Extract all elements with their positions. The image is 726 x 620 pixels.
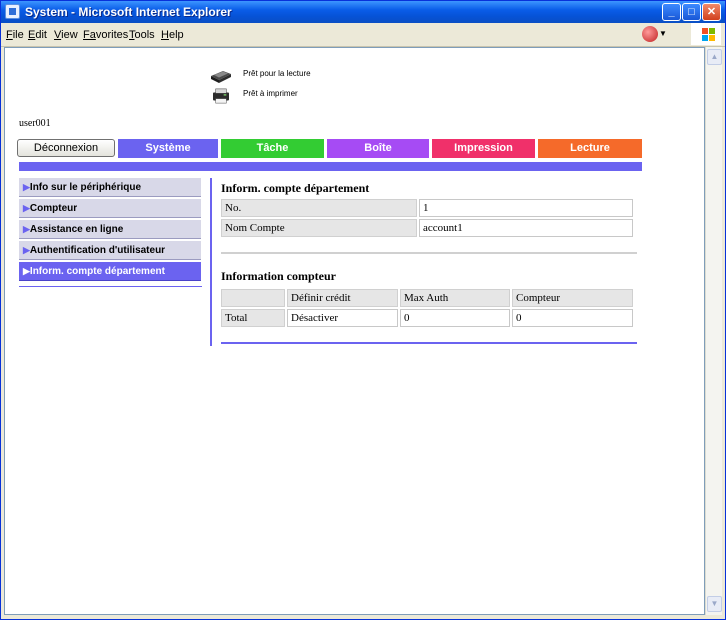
logout-button[interactable]: Déconnexion [17,139,115,157]
counter-value: 0 [512,309,633,327]
scroll-down-icon[interactable]: ▼ [707,596,722,612]
bottom-divider [221,342,637,344]
vertical-scrollbar[interactable]: ▲ ▼ [705,47,722,615]
triangle-right-icon: ▶ [23,203,30,213]
counter-info-title: Information compteur [221,269,336,283]
printer-icon [213,88,229,104]
browser-window: System - Microsoft Internet Explorer _ □… [0,0,726,620]
menu-bar: File Edit View Favorites Tools Help ▼ [1,23,725,47]
menu-file[interactable]: File [6,29,24,41]
tab-underline [19,162,642,171]
toolbar-globe-icon[interactable] [642,26,658,42]
status-read: Prêt pour la lecture [209,66,359,86]
credit-value: Désactiver [287,309,398,327]
vertical-divider [210,178,212,346]
user-name: user001 [19,118,51,129]
sidebar-item-account-info[interactable]: ▶Inform. compte département [19,262,201,281]
row-label-total: Total [221,309,285,327]
triangle-right-icon: ▶ [23,245,30,255]
table-header-row: Définir crédit Max Auth Compteur [221,289,633,307]
column-header-empty [221,289,285,307]
max-auth-value: 0 [400,309,510,327]
ie-page-icon [5,4,20,19]
account-info-title: Inform. compte département [221,181,370,195]
account-name-label: Nom Compte [221,219,417,237]
triangle-right-icon: ▶ [23,182,30,192]
close-button[interactable]: ✕ [702,3,721,21]
window-title: System - Microsoft Internet Explorer [25,5,232,19]
tab-tache[interactable]: Tâche [221,139,324,158]
column-header-credit: Définir crédit [287,289,398,307]
sidebar-item-online-assistance[interactable]: ▶Assistance en ligne [19,220,201,239]
scanner-icon [211,71,231,83]
column-header-counter: Compteur [512,289,633,307]
menu-favorites[interactable]: Favorites [83,29,128,41]
account-no-label: No. [221,199,417,217]
triangle-right-icon: ▶ [23,224,30,234]
tab-boite[interactable]: Boîte [327,139,429,158]
sidebar: ▶Info sur le périphérique ▶Compteur ▶Ass… [19,178,202,283]
status-print: Prêt à imprimer [209,86,359,106]
page-content: Prêt pour la lecture Prêt à imprimer use… [4,47,705,615]
menu-view[interactable]: View [54,29,78,41]
table-row: Total Désactiver 0 0 [221,309,633,327]
status-read-label: Prêt pour la lecture [243,69,311,78]
menu-help[interactable]: Help [161,29,184,41]
table-row: Nom Compte account1 [221,219,633,237]
maximize-button[interactable]: □ [682,3,701,21]
account-no-value: 1 [419,199,633,217]
account-name-value: account1 [419,219,633,237]
column-header-max-auth: Max Auth [400,289,510,307]
scroll-up-icon[interactable]: ▲ [707,49,722,65]
triangle-right-icon: ▶ [23,266,30,276]
status-print-label: Prêt à imprimer [243,89,298,98]
tab-systeme[interactable]: Système [118,139,218,158]
menu-tools[interactable]: Tools [129,29,155,41]
counter-info-table: Définir crédit Max Auth Compteur Total D… [219,287,635,329]
sidebar-item-counter[interactable]: ▶Compteur [19,199,201,218]
account-info-table: No. 1 Nom Compte account1 [219,197,635,239]
tab-lecture[interactable]: Lecture [538,139,642,158]
chevron-down-icon[interactable]: ▼ [659,29,667,38]
menu-edit[interactable]: Edit [28,29,47,41]
table-row: No. 1 [221,199,633,217]
section-divider [221,252,637,254]
windows-logo-icon [691,23,721,45]
tab-impression[interactable]: Impression [432,139,535,158]
title-bar[interactable]: System - Microsoft Internet Explorer _ □… [1,1,725,23]
sidebar-divider [19,286,202,287]
sidebar-item-device-info[interactable]: ▶Info sur le périphérique [19,178,201,197]
minimize-button[interactable]: _ [662,3,681,21]
sidebar-item-user-auth[interactable]: ▶Authentification d'utilisateur [19,241,201,260]
